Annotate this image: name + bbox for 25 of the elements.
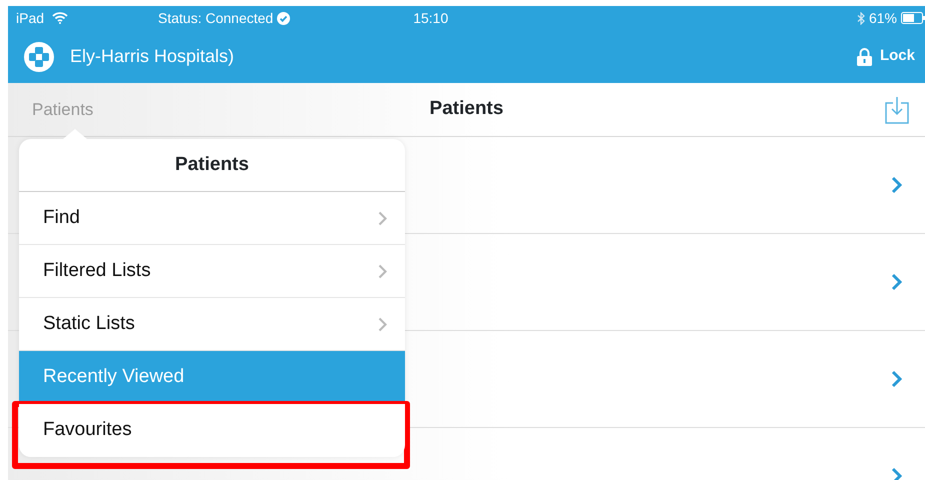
chevron-icon[interactable]	[891, 467, 903, 480]
padlock-icon	[856, 48, 872, 66]
connection-status: Status: Connected	[158, 8, 274, 28]
hospital-logo-icon	[24, 42, 54, 72]
popover-title: Patients	[175, 152, 249, 177]
chevron-icon[interactable]	[891, 176, 903, 194]
chevron-icon[interactable]	[891, 273, 903, 291]
chevron-icon	[378, 264, 387, 278]
menu-item[interactable]: Find	[19, 192, 405, 245]
chevron-icon[interactable]	[891, 370, 903, 388]
menu-item[interactable]: Favourites	[19, 404, 405, 457]
chevron-icon	[378, 316, 387, 332]
menu-item[interactable]: Filtered Lists	[19, 245, 405, 298]
hospital-name: Ely-Harris Hospitals)	[70, 45, 234, 68]
menu-item[interactable]: Static Lists	[19, 298, 405, 351]
download-button[interactable]	[885, 96, 909, 124]
page-title: Patients	[430, 98, 504, 120]
battery-percent: 61%	[868, 8, 897, 28]
check-icon	[277, 12, 290, 24]
battery-icon	[901, 12, 925, 24]
clock: 15:10	[413, 8, 448, 28]
wifi-icon	[52, 12, 68, 24]
device-name: iPad	[16, 8, 44, 28]
bluetooth-icon	[856, 12, 865, 24]
chevron-icon	[378, 210, 387, 226]
